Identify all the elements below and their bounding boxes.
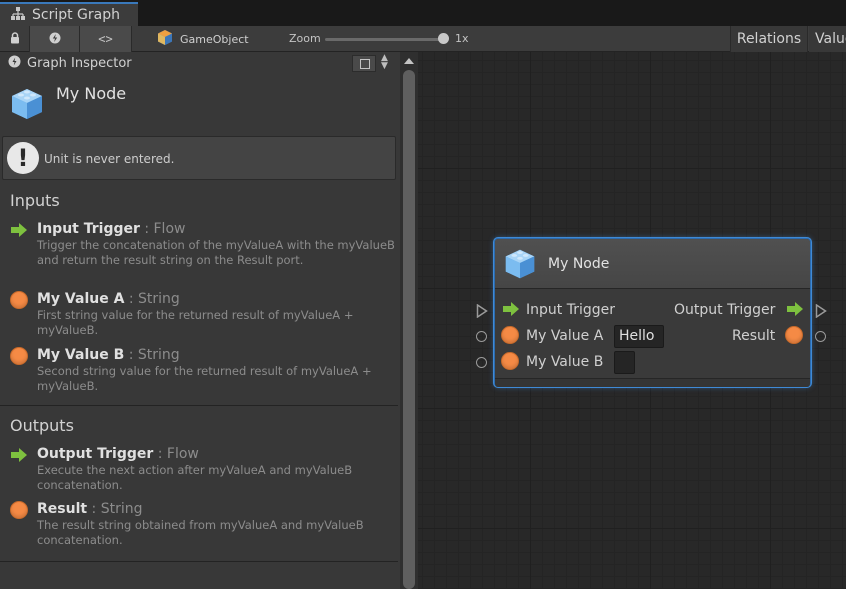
port-name: Input Trigger : Flow	[37, 221, 186, 237]
toolbar: <> GameObject Zoom 1x Relations Values	[0, 26, 846, 52]
code-view-button[interactable]: <>	[80, 26, 132, 52]
flow-graph-button[interactable]	[30, 26, 80, 52]
code-icon: <>	[98, 32, 113, 46]
values-button[interactable]: Values	[809, 26, 846, 52]
port-description: Trigger the concatenation of the myValue…	[37, 238, 395, 267]
scroll-thumb[interactable]	[403, 70, 415, 589]
tab-script-graph[interactable]: Script Graph	[0, 2, 138, 26]
node-output-trigger-label: Output Trigger	[674, 302, 776, 318]
node-result-label: Result	[732, 328, 776, 344]
value-b-input[interactable]	[614, 351, 635, 374]
inspector-scrollbar[interactable]	[400, 52, 418, 589]
cube-icon	[502, 246, 538, 286]
warning-box: ! Unit is never entered.	[2, 136, 396, 180]
port-name: Output Trigger : Flow	[37, 446, 199, 462]
port-description: First string value for the returned resu…	[37, 308, 354, 337]
zoom-slider-thumb[interactable]	[438, 33, 449, 44]
cube-icon	[8, 85, 46, 127]
port-description: Second string value for the returned res…	[37, 364, 372, 393]
inspector-icon	[8, 55, 21, 72]
port-name: My Value A : String	[37, 291, 180, 307]
input-flow-port-icon[interactable]	[476, 303, 488, 322]
gameobject-selector[interactable]: GameObject	[156, 26, 249, 52]
divider	[0, 561, 398, 562]
port-name: My Value B : String	[37, 347, 180, 363]
string-port-icon[interactable]	[785, 326, 803, 344]
node-value-a-label: My Value A	[526, 328, 604, 344]
lock-icon	[10, 31, 20, 47]
tab-title: Script Graph	[32, 7, 120, 23]
output-result-port-icon[interactable]	[815, 331, 826, 342]
warning-icon: !	[7, 142, 39, 174]
zoom-value: 1x	[455, 32, 469, 45]
inputs-heading: Inputs	[10, 191, 60, 210]
input-value-b-port-icon[interactable]	[476, 357, 487, 368]
flow-arrow-icon	[10, 447, 28, 466]
value-a-input[interactable]: Hello	[614, 325, 664, 348]
flow-arrow-icon[interactable]	[502, 301, 520, 320]
port-name: Result : String	[37, 501, 143, 517]
tab-strip: Script Graph	[0, 0, 846, 26]
warning-text: Unit is never entered.	[44, 152, 175, 166]
flow-arrow-icon[interactable]	[786, 301, 804, 320]
string-port-icon[interactable]	[501, 352, 519, 370]
node-input-trigger-label: Input Trigger	[526, 302, 615, 318]
node-footer	[495, 378, 810, 387]
string-port-icon	[10, 347, 28, 365]
gameobject-icon	[156, 29, 174, 50]
input-value-a-port-icon[interactable]	[476, 331, 487, 342]
node-header[interactable]: My Node	[495, 239, 810, 289]
flow-arrow-icon	[10, 222, 28, 241]
string-port-icon[interactable]	[501, 326, 519, 344]
relations-button[interactable]: Relations	[730, 26, 808, 52]
scroll-up-arrow-icon[interactable]	[404, 58, 414, 64]
port-description: Execute the next action after myValueA a…	[37, 463, 353, 492]
outputs-heading: Outputs	[10, 416, 74, 435]
divider	[0, 405, 398, 406]
inspector-header: Graph Inspector	[0, 52, 400, 74]
zoom-slider[interactable]	[325, 38, 445, 41]
hierarchy-icon	[10, 6, 26, 25]
string-port-icon	[10, 291, 28, 309]
panel-menu-icon[interactable]: ▲ ▼	[381, 54, 388, 71]
lock-button[interactable]	[0, 26, 30, 52]
maximize-toggle[interactable]	[352, 55, 376, 72]
bolt-icon	[49, 32, 61, 47]
graph-inspector: Graph Inspector ▲ ▼ My Node ! Unit is nev…	[0, 52, 400, 589]
inspector-node-title: My Node	[56, 84, 127, 103]
graph-node[interactable]: My Node Input Trigger Output Trigger My …	[494, 238, 811, 387]
port-description: The result string obtained from myValueA…	[37, 518, 364, 547]
output-flow-port-icon[interactable]	[815, 303, 827, 322]
node-value-b-label: My Value B	[526, 354, 604, 370]
gameobject-label: GameObject	[180, 32, 249, 46]
inspector-header-title: Graph Inspector	[27, 55, 132, 71]
node-title: My Node	[548, 256, 610, 272]
string-port-icon	[10, 501, 28, 519]
zoom-label: Zoom	[289, 32, 321, 45]
